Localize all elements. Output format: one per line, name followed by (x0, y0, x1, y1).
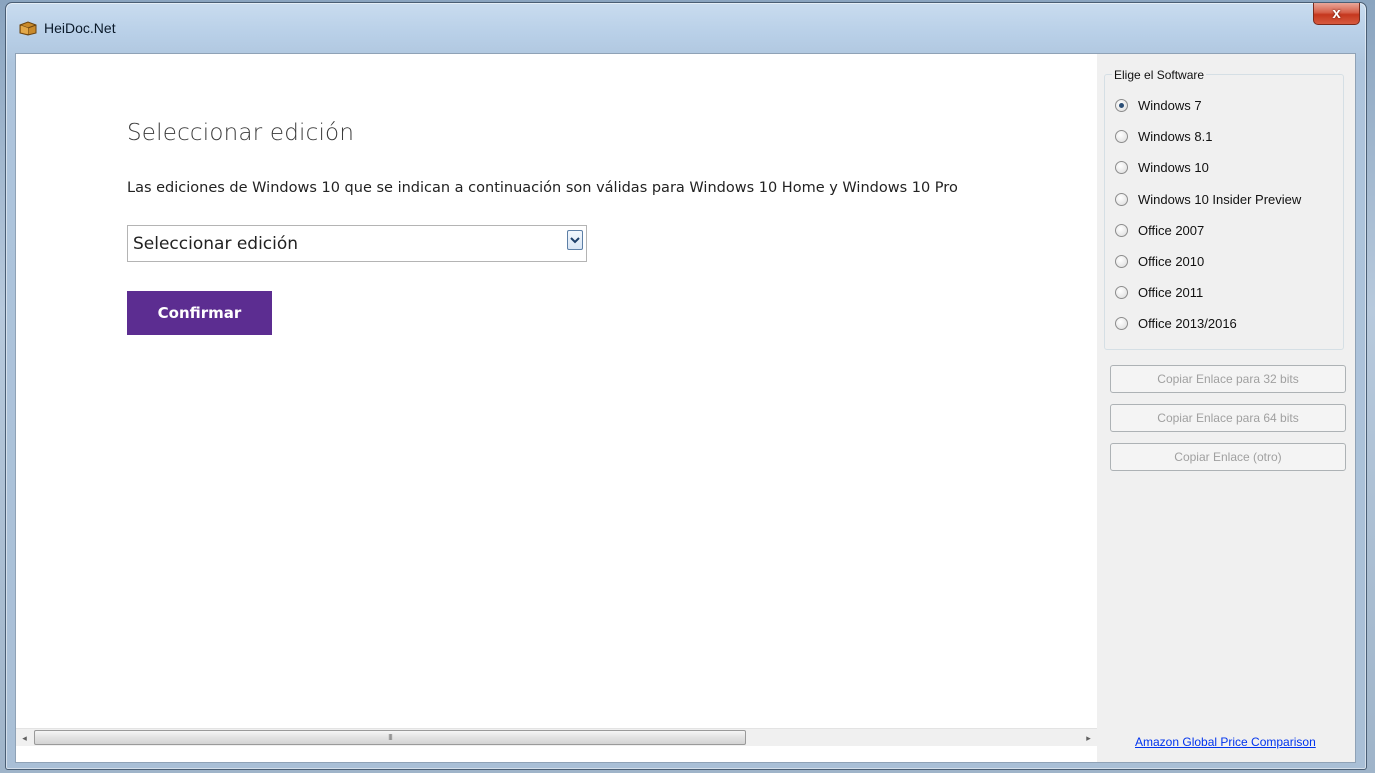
app-window: HeiDoc.Net x Seleccionar edición Las edi… (5, 2, 1367, 770)
software-group-box (1104, 74, 1344, 350)
radio-label: Office 2011 (1138, 284, 1204, 300)
grip-icon: III (388, 733, 393, 742)
radio-label: Office 2007 (1138, 222, 1205, 238)
copy-link-other-button[interactable]: Copiar Enlace (otro) (1110, 443, 1346, 471)
chevron-down-icon[interactable] (567, 230, 583, 250)
app-box-icon (19, 21, 37, 36)
radio-checked-icon[interactable] (1115, 98, 1128, 112)
radio-office-2007[interactable]: Office 2007 (1115, 222, 1204, 238)
radio-unchecked-icon[interactable] (1115, 316, 1128, 330)
edition-select-value: Seleccionar edición (133, 234, 299, 254)
radio-windows-7[interactable]: Windows 7 (1115, 97, 1202, 113)
radio-unchecked-icon[interactable] (1115, 192, 1128, 206)
radio-office-2011[interactable]: Office 2011 (1115, 284, 1203, 300)
edition-select[interactable]: Seleccionar edición (127, 225, 587, 262)
radio-windows-10-insider[interactable]: Windows 10 Insider Preview (1115, 191, 1301, 207)
scroll-left-arrow-icon[interactable]: ◂ (16, 729, 33, 747)
scroll-right-arrow-icon[interactable]: ▸ (1080, 729, 1097, 747)
software-group-label: Elige el Software (1112, 68, 1207, 82)
page-heading: Seleccionar edición (127, 120, 355, 146)
close-icon: x (1332, 5, 1341, 22)
radio-unchecked-icon[interactable] (1115, 254, 1128, 268)
copy-link-32bit-button[interactable]: Copiar Enlace para 32 bits (1110, 365, 1346, 393)
radio-unchecked-icon[interactable] (1115, 223, 1128, 237)
radio-label: Windows 10 (1138, 159, 1209, 175)
window-title: HeiDoc.Net (44, 20, 116, 36)
radio-office-2010[interactable]: Office 2010 (1115, 253, 1204, 269)
radio-label: Windows 10 Insider Preview (1138, 191, 1302, 207)
radio-windows-8-1[interactable]: Windows 8.1 (1115, 128, 1212, 144)
horizontal-scrollbar[interactable]: ◂ III ▸ (16, 728, 1097, 746)
client-area: Seleccionar edición Las ediciones de Win… (15, 53, 1356, 763)
radio-windows-10[interactable]: Windows 10 (1115, 159, 1209, 175)
confirm-button[interactable]: Confirmar (127, 291, 272, 335)
software-side-panel: Elige el Software Windows 7 Windows 8.1 … (1097, 54, 1355, 762)
radio-unchecked-icon[interactable] (1115, 285, 1128, 299)
radio-unchecked-icon[interactable] (1115, 160, 1128, 174)
radio-label: Windows 7 (1138, 97, 1202, 113)
copy-link-64bit-button[interactable]: Copiar Enlace para 64 bits (1110, 404, 1346, 432)
scrollbar-thumb[interactable]: III (34, 730, 746, 745)
radio-label: Windows 8.1 (1138, 128, 1213, 144)
radio-office-2013-2016[interactable]: Office 2013/2016 (1115, 315, 1237, 331)
radio-unchecked-icon[interactable] (1115, 129, 1128, 143)
title-bar: HeiDoc.Net x (6, 3, 1366, 53)
radio-label: Office 2013/2016 (1138, 315, 1237, 331)
radio-label: Office 2010 (1138, 253, 1205, 269)
edition-description: Las ediciones de Windows 10 que se indic… (127, 180, 958, 196)
web-content: Seleccionar edición Las ediciones de Win… (16, 54, 1097, 746)
amazon-price-comparison-link[interactable]: Amazon Global Price Comparison (1135, 735, 1316, 749)
close-button[interactable]: x (1313, 3, 1360, 25)
